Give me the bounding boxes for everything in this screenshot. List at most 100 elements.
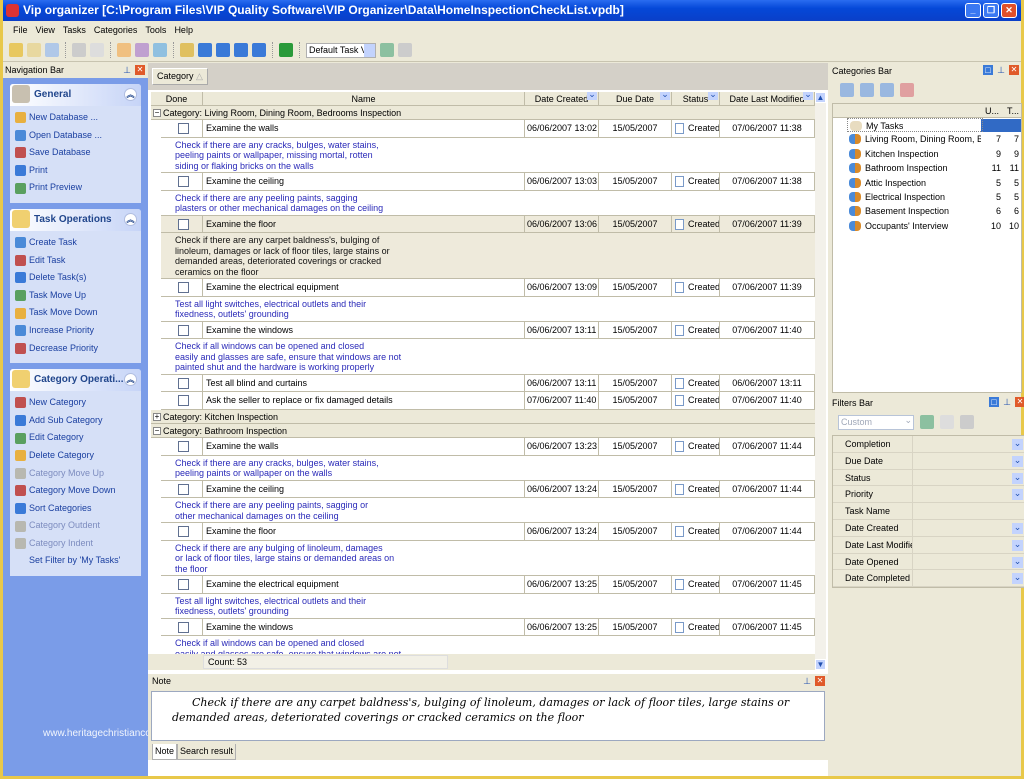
nav-item[interactable]: Open Database ... bbox=[15, 127, 141, 145]
chevron-down-icon[interactable]: ⌄ bbox=[1012, 489, 1023, 501]
add-sub-category-icon[interactable] bbox=[860, 83, 874, 97]
mark-icon[interactable] bbox=[180, 43, 194, 57]
nav-item[interactable]: Task Move Down bbox=[15, 304, 141, 322]
nav-item[interactable]: Decrease Priority bbox=[15, 340, 141, 358]
filter-row[interactable]: Date Last Modified ⌄ bbox=[833, 536, 1024, 554]
close-button[interactable]: ✕ bbox=[1001, 3, 1017, 18]
print-preview-icon[interactable] bbox=[90, 43, 104, 57]
pin-icon[interactable]: ⊥ bbox=[1002, 397, 1012, 407]
done-checkbox[interactable] bbox=[178, 579, 189, 591]
chevron-down-icon[interactable]: ⌄ bbox=[1012, 522, 1023, 534]
chevron-down-icon[interactable]: ⌄ bbox=[1012, 539, 1023, 551]
task-row[interactable]: Examine the walls 06/06/2007 13:02 15/05/2… bbox=[161, 120, 815, 138]
task-row[interactable]: Examine the electrical equipment 06/06/20… bbox=[161, 576, 815, 594]
nav-item[interactable]: Task Move Up bbox=[15, 287, 141, 305]
task-row[interactable]: Test all blind and curtains 06/06/2007 13… bbox=[161, 374, 815, 393]
done-checkbox[interactable] bbox=[178, 621, 189, 633]
filter-row[interactable]: Completion ⌄ bbox=[833, 436, 1024, 453]
apply-filter-icon[interactable] bbox=[920, 415, 934, 429]
menu-help[interactable]: Help bbox=[170, 22, 197, 38]
increase-priority-icon[interactable] bbox=[252, 43, 266, 57]
column-total[interactable]: T... bbox=[1007, 104, 1019, 118]
nav-item[interactable]: Save Database bbox=[15, 144, 141, 162]
done-checkbox[interactable] bbox=[178, 176, 189, 188]
collapse-icon[interactable]: − bbox=[153, 109, 161, 117]
task-row[interactable]: Examine the ceiling 06/06/2007 13:24 15/05… bbox=[161, 480, 815, 499]
done-checkbox[interactable] bbox=[178, 218, 189, 230]
new-database-icon[interactable] bbox=[9, 43, 23, 57]
flag-icon[interactable] bbox=[279, 43, 293, 57]
task-move-up-icon[interactable] bbox=[216, 43, 230, 57]
nav-panel-header[interactable]: Task Operations ︽ bbox=[10, 208, 141, 231]
nav-item[interactable]: New Database ... bbox=[15, 109, 141, 127]
new-category-icon[interactable] bbox=[840, 83, 854, 97]
menu-categories[interactable]: Categories bbox=[90, 22, 142, 38]
nav-item[interactable]: Increase Priority bbox=[15, 322, 141, 340]
view-select[interactable]: Default Task View bbox=[306, 42, 376, 58]
filter-row[interactable]: Task Name bbox=[833, 503, 1024, 520]
nav-item[interactable]: Delete Category bbox=[15, 447, 141, 465]
chevron-down-icon[interactable]: ⌄ bbox=[1012, 439, 1023, 450]
close-icon[interactable]: ✕ bbox=[1009, 65, 1019, 75]
filter-row[interactable]: Date Created ⌄ bbox=[833, 519, 1024, 537]
delete-filter-icon[interactable] bbox=[960, 415, 974, 429]
nav-item[interactable]: Set Filter by 'My Tasks' bbox=[15, 552, 141, 570]
close-icon[interactable]: ✕ bbox=[1015, 397, 1024, 407]
done-checkbox[interactable] bbox=[178, 483, 189, 495]
close-icon[interactable]: ✕ bbox=[815, 676, 825, 686]
category-group-row[interactable]: + Category: Kitchen Inspection bbox=[151, 409, 815, 425]
filter-row[interactable]: Status ⌄ bbox=[833, 469, 1024, 487]
group-by-category-button[interactable]: Category △ bbox=[152, 68, 208, 85]
column-date-last-modified[interactable]: Date Last Modified bbox=[720, 92, 815, 105]
nav-item[interactable]: Print Preview bbox=[15, 179, 141, 197]
tab-note[interactable]: Note bbox=[152, 744, 178, 760]
nav-item[interactable]: Create Task bbox=[15, 234, 141, 252]
close-icon[interactable]: ✕ bbox=[135, 65, 145, 75]
nav-item[interactable]: Category Indent bbox=[15, 535, 141, 553]
task-row[interactable]: Examine the windows 06/06/2007 13:11 15/05… bbox=[161, 321, 815, 340]
nav-item[interactable]: Edit Category bbox=[15, 429, 141, 447]
category-item[interactable]: My Tasks bbox=[847, 118, 983, 133]
delete-category-icon[interactable] bbox=[900, 83, 914, 97]
filter-row[interactable]: Date Completed ⌄ bbox=[833, 570, 1024, 588]
collapse-icon[interactable]: ︽ bbox=[124, 212, 137, 226]
category-item[interactable]: Bathroom Inspection 11 11 bbox=[833, 161, 1021, 175]
nav-panel-header[interactable]: Category Operati... ︽ bbox=[10, 369, 141, 392]
filter-row[interactable]: Priority ⌄ bbox=[833, 486, 1024, 504]
task-move-down-icon[interactable] bbox=[198, 43, 212, 57]
filter-row[interactable]: Due Date ⌄ bbox=[833, 452, 1024, 470]
column-unfinished[interactable]: U... bbox=[985, 104, 999, 118]
done-checkbox[interactable] bbox=[178, 441, 189, 453]
task-row[interactable]: Ask the seller to replace or fix damaged… bbox=[161, 392, 815, 410]
column-date-created[interactable]: Date Created bbox=[525, 92, 599, 105]
nav-item[interactable]: Category Move Down bbox=[15, 482, 141, 500]
delete-task-icon[interactable] bbox=[153, 43, 167, 57]
filter-preset-select[interactable]: Custom bbox=[838, 414, 914, 430]
note-text[interactable]: Check if there are any carpet baldness's… bbox=[151, 691, 825, 741]
category-item[interactable]: Occupants' Interview 10 10 bbox=[833, 219, 1021, 233]
menu-tools[interactable]: Tools bbox=[141, 22, 170, 38]
chevron-down-icon[interactable]: ⌄ bbox=[1012, 472, 1023, 484]
chevron-down-icon[interactable]: ⌄ bbox=[1012, 573, 1023, 585]
grid-vertical-scrollbar[interactable]: ▲ ▼ bbox=[815, 92, 826, 670]
nav-item[interactable]: Sort Categories bbox=[15, 500, 141, 518]
save-database-icon[interactable] bbox=[45, 43, 59, 57]
pin-icon[interactable]: ⊥ bbox=[802, 676, 812, 686]
category-item[interactable]: Electrical Inspection 5 5 bbox=[833, 190, 1021, 204]
category-group-row[interactable]: − Category: Living Room, Dining Room, Bed… bbox=[151, 106, 815, 121]
chevron-down-icon[interactable]: ⌄ bbox=[1012, 455, 1023, 467]
edit-task-icon[interactable] bbox=[135, 43, 149, 57]
open-database-icon[interactable] bbox=[27, 43, 41, 57]
category-item[interactable]: Kitchen Inspection 9 9 bbox=[833, 147, 1021, 161]
task-row[interactable]: Examine the electrical equipment 06/06/20… bbox=[161, 279, 815, 297]
menu-file[interactable]: File bbox=[9, 22, 32, 38]
clear-filter-icon[interactable] bbox=[940, 415, 954, 429]
column-name[interactable]: Name bbox=[203, 92, 525, 105]
dock-icon[interactable]: □ bbox=[983, 65, 993, 75]
tab-search-result[interactable]: Search result bbox=[177, 744, 237, 760]
delete-view-icon[interactable] bbox=[398, 43, 412, 57]
category-item[interactable]: Living Room, Dining Room, Bedrooms Inspe… bbox=[833, 132, 1021, 146]
nav-item[interactable]: Print bbox=[15, 162, 141, 180]
pin-icon[interactable]: ⊥ bbox=[996, 65, 1006, 75]
done-checkbox[interactable] bbox=[178, 395, 189, 407]
